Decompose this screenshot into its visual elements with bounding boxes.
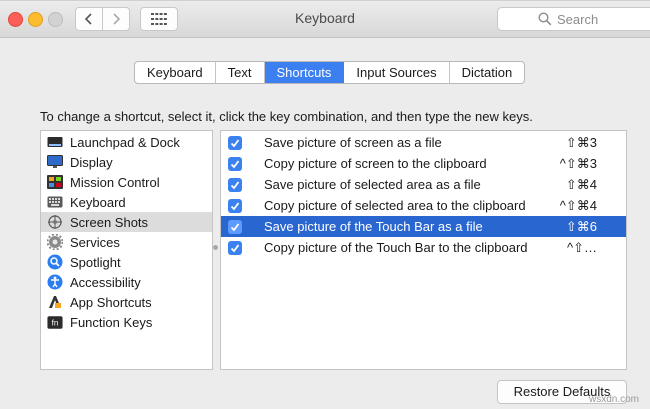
shortcut-label: Copy picture of screen to the clipboard bbox=[264, 156, 487, 171]
search-icon bbox=[538, 12, 552, 26]
category-list: Launchpad & Dock Display Mission Control… bbox=[40, 130, 213, 370]
screenshot-icon bbox=[47, 214, 63, 230]
spotlight-icon bbox=[47, 254, 63, 270]
instructions-text: To change a shortcut, select it, click t… bbox=[40, 109, 533, 124]
shortcut-keys[interactable]: ^⇧⌘4 bbox=[560, 198, 597, 214]
category-keyboard[interactable]: Keyboard bbox=[41, 192, 212, 212]
category-spotlight[interactable]: Spotlight bbox=[41, 252, 212, 272]
category-display[interactable]: Display bbox=[41, 152, 212, 172]
shortcut-label: Save picture of selected area as a file bbox=[264, 177, 481, 192]
shortcut-checkbox[interactable] bbox=[228, 156, 242, 171]
keyboard-icon bbox=[47, 194, 63, 210]
search-field[interactable]: Search bbox=[497, 7, 650, 31]
shortcut-list: Save picture of screen as a file ⇧⌘3 Cop… bbox=[220, 130, 627, 370]
shortcut-row[interactable]: Copy picture of selected area to the cli… bbox=[221, 195, 626, 216]
category-function-keys[interactable]: fn Function Keys bbox=[41, 312, 212, 332]
watermark: wsxdn.com bbox=[589, 394, 640, 405]
gear-icon bbox=[47, 234, 63, 250]
accessibility-icon bbox=[47, 274, 63, 290]
shortcut-checkbox[interactable] bbox=[228, 198, 242, 213]
checkmark-icon bbox=[230, 159, 240, 168]
shortcut-checkbox[interactable] bbox=[228, 135, 242, 150]
display-icon bbox=[47, 154, 63, 170]
tab-keyboard[interactable]: Keyboard bbox=[135, 62, 216, 83]
category-services[interactable]: Services bbox=[41, 232, 212, 252]
tab-text[interactable]: Text bbox=[216, 62, 265, 83]
shortcut-row[interactable]: Save picture of screen as a file ⇧⌘3 bbox=[221, 132, 626, 153]
category-screen-shots[interactable]: Screen Shots bbox=[41, 212, 212, 232]
checkmark-icon bbox=[230, 180, 240, 189]
split-view-divider[interactable] bbox=[213, 245, 218, 250]
checkmark-icon bbox=[230, 201, 240, 210]
category-mission-control[interactable]: Mission Control bbox=[41, 172, 212, 192]
shortcut-row[interactable]: Copy picture of the Touch Bar to the cli… bbox=[221, 237, 626, 258]
shortcut-keys[interactable]: ⇧⌘3 bbox=[566, 135, 597, 151]
svg-text:fn: fn bbox=[52, 318, 59, 327]
shortcut-row[interactable]: Copy picture of screen to the clipboard … bbox=[221, 153, 626, 174]
title-bar: Keyboard Search bbox=[0, 0, 650, 38]
tab-bar: Keyboard Text Shortcuts Input Sources Di… bbox=[134, 61, 526, 84]
shortcut-row-selected[interactable]: Save picture of the Touch Bar as a file … bbox=[221, 216, 626, 237]
shortcut-keys[interactable]: ⇧⌘6 bbox=[566, 219, 597, 235]
shortcut-checkbox[interactable] bbox=[228, 177, 242, 192]
shortcut-label: Save picture of screen as a file bbox=[264, 135, 442, 150]
shortcut-checkbox[interactable] bbox=[228, 219, 242, 234]
shortcut-label: Save picture of the Touch Bar as a file bbox=[264, 219, 483, 234]
shortcut-label: Copy picture of selected area to the cli… bbox=[264, 198, 526, 213]
shortcut-label: Copy picture of the Touch Bar to the cli… bbox=[264, 240, 528, 255]
tab-dictation[interactable]: Dictation bbox=[450, 62, 525, 83]
category-launchpad-dock[interactable]: Launchpad & Dock bbox=[41, 132, 212, 152]
shortcut-checkbox[interactable] bbox=[228, 240, 242, 255]
app-shortcuts-icon bbox=[47, 294, 63, 310]
checkmark-icon bbox=[230, 222, 240, 231]
shortcut-keys[interactable]: ^⇧… bbox=[567, 240, 597, 256]
tab-input-sources[interactable]: Input Sources bbox=[344, 62, 450, 83]
shortcut-keys[interactable]: ⇧⌘4 bbox=[566, 177, 597, 193]
search-placeholder: Search bbox=[557, 11, 599, 27]
fn-key-icon: fn bbox=[47, 314, 63, 330]
category-accessibility[interactable]: Accessibility bbox=[41, 272, 212, 292]
category-app-shortcuts[interactable]: App Shortcuts bbox=[41, 292, 212, 312]
checkmark-icon bbox=[230, 138, 240, 147]
shortcut-keys[interactable]: ^⇧⌘3 bbox=[560, 156, 597, 172]
shortcut-row[interactable]: Save picture of selected area as a file … bbox=[221, 174, 626, 195]
launchpad-dock-icon bbox=[47, 134, 63, 150]
tab-shortcuts[interactable]: Shortcuts bbox=[264, 62, 345, 83]
checkmark-icon bbox=[230, 243, 240, 252]
mission-control-icon bbox=[47, 174, 63, 190]
